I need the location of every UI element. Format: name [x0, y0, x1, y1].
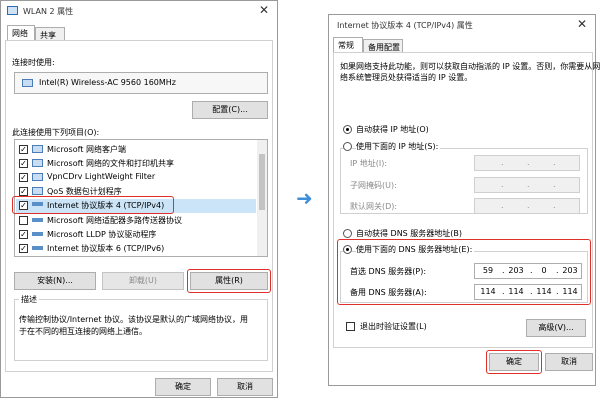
- list-item-label: Microsoft 网络客户端: [47, 145, 126, 154]
- list-item[interactable]: Microsoft 网络适配器多路传送器协议: [15, 214, 255, 227]
- tab-general[interactable]: 常规: [333, 37, 363, 52]
- install-button[interactable]: 安装(N)...: [14, 272, 96, 290]
- dialog-title: WLAN 2 属性: [23, 7, 74, 16]
- tab-sharing[interactable]: 共享: [35, 27, 65, 40]
- adapter-box: Intel(R) Wireless-AC 9560 160MHz: [14, 72, 268, 94]
- intro-line-2: 络系统管理员处获得适当的 IP 设置。: [340, 73, 473, 82]
- configure-button[interactable]: 配置(C)...: [192, 101, 268, 119]
- share-icon: [32, 159, 43, 167]
- list-scrollbar[interactable]: [257, 140, 267, 256]
- item-checkbox[interactable]: ✓: [19, 173, 28, 182]
- description-group: 描述 传输控制协议/Internet 协议。该协议是默认的广域网络协议，用 于在…: [14, 294, 268, 361]
- subnet-mask-field: ...: [474, 177, 580, 193]
- close-icon[interactable]: ✕: [259, 3, 269, 17]
- wlan-properties-dialog: WLAN 2 属性 ✕ 网络 共享 连接时使用: Intel(R) Wirele…: [0, 0, 278, 398]
- cancel-button[interactable]: 取消: [217, 378, 273, 396]
- uninstall-button: 卸载(U): [102, 272, 184, 290]
- cancel-button[interactable]: 取消: [545, 353, 593, 371]
- advanced-button[interactable]: 高级(V)...: [526, 319, 586, 337]
- list-item-label: Internet 协议版本 6 (TCP/IPv6): [47, 244, 165, 253]
- list-item[interactable]: ✓ Microsoft 网络客户端: [15, 143, 255, 156]
- title-bar: Internet 协议版本 4 (TCP/IPv4) 属性 ✕: [329, 15, 595, 35]
- list-item-label: Microsoft 网络的文件和打印机共享: [47, 159, 174, 168]
- list-item[interactable]: ✓ VpnCDrv LightWeight Filter: [15, 171, 255, 184]
- title-bar: WLAN 2 属性 ✕: [1, 1, 277, 21]
- tab-network[interactable]: 网络: [7, 25, 35, 40]
- highlight-ipv4-item: [12, 196, 174, 214]
- protocol-icon: [32, 218, 43, 222]
- list-item-label: Microsoft LLDP 协议驱动程序: [47, 230, 157, 239]
- item-checkbox[interactable]: ✓: [19, 159, 28, 168]
- auto-ip-label[interactable]: 自动获得 IP 地址(O): [356, 124, 429, 135]
- highlight-properties-button: [187, 269, 271, 293]
- gateway-field: ...: [474, 198, 580, 214]
- static-ip-radio[interactable]: [343, 142, 352, 151]
- protocol-icon: [32, 246, 43, 250]
- description-title: 描述: [19, 294, 39, 305]
- item-checkbox[interactable]: [19, 216, 28, 225]
- dialog-title: Internet 协议版本 4 (TCP/IPv4) 属性: [337, 21, 473, 30]
- ipv4-properties-dialog: Internet 协议版本 4 (TCP/IPv4) 属性 ✕ 常规 备用配置 …: [328, 14, 600, 386]
- subnet-mask-label: 子网掩码(U):: [350, 181, 397, 190]
- description-line-1: 传输控制协议/Internet 协议。该协议是默认的广域网络协议，用: [19, 315, 249, 324]
- scroll-thumb[interactable]: [259, 154, 265, 210]
- close-icon[interactable]: ✕: [577, 17, 587, 31]
- list-item-label: Microsoft 网络适配器多路传送器协议: [47, 216, 182, 225]
- protocol-icon: [32, 232, 43, 236]
- item-checkbox[interactable]: ✓: [19, 230, 28, 239]
- item-checkbox[interactable]: ✓: [19, 145, 28, 154]
- connect-using-label: 连接时使用:: [12, 58, 55, 67]
- ok-button[interactable]: 确定: [155, 378, 211, 396]
- network-icon: [7, 6, 18, 15]
- ip-address-label: IP 地址(I):: [350, 159, 388, 168]
- ip-address-field: ...: [474, 155, 580, 171]
- item-checkbox[interactable]: ✓: [19, 244, 28, 253]
- list-item[interactable]: ✓ Internet 协议版本 6 (TCP/IPv6): [15, 242, 255, 255]
- validate-checkbox[interactable]: [346, 322, 355, 331]
- highlight-dns-section: [337, 239, 591, 305]
- tab-alternate-config[interactable]: 备用配置: [363, 39, 403, 52]
- gateway-label: 默认网关(D):: [350, 202, 398, 211]
- arrow-right-icon: ➜: [296, 186, 313, 210]
- auto-dns-radio[interactable]: [343, 229, 352, 238]
- client-icon: [32, 145, 43, 153]
- qos-icon: [32, 187, 43, 195]
- static-ip-label[interactable]: 使用下面的 IP 地址(S):: [356, 141, 441, 152]
- adapter-icon: [22, 79, 33, 87]
- filter-icon: [32, 173, 43, 181]
- list-item[interactable]: ✓ Microsoft LLDP 协议驱动程序: [15, 228, 255, 241]
- description-line-2: 于在不同的相互连接的网络上通信。: [19, 327, 147, 336]
- adapter-name: Intel(R) Wireless-AC 9560 160MHz: [39, 78, 176, 87]
- highlight-ok-button: [486, 350, 542, 374]
- auto-ip-radio[interactable]: [343, 125, 352, 134]
- auto-dns-label[interactable]: 自动获得 DNS 服务器地址(B): [356, 228, 462, 239]
- list-item[interactable]: ✓ Microsoft 网络的文件和打印机共享: [15, 157, 255, 170]
- item-checkbox[interactable]: ✓: [19, 187, 28, 196]
- validate-label[interactable]: 退出时验证设置(L): [360, 321, 427, 332]
- list-item-label: VpnCDrv LightWeight Filter: [47, 172, 156, 181]
- network-panel: 连接时使用: Intel(R) Wireless-AC 9560 160MHz …: [5, 40, 273, 372]
- general-panel: 如果网络支持此功能，则可以获取自动指派的 IP 设置。否则，你需要从网 络系统管…: [333, 52, 600, 348]
- intro-line-1: 如果网络支持此功能，则可以获取自动指派的 IP 设置。否则，你需要从网: [340, 62, 600, 71]
- items-label: 此连接使用下列项目(O):: [12, 128, 100, 137]
